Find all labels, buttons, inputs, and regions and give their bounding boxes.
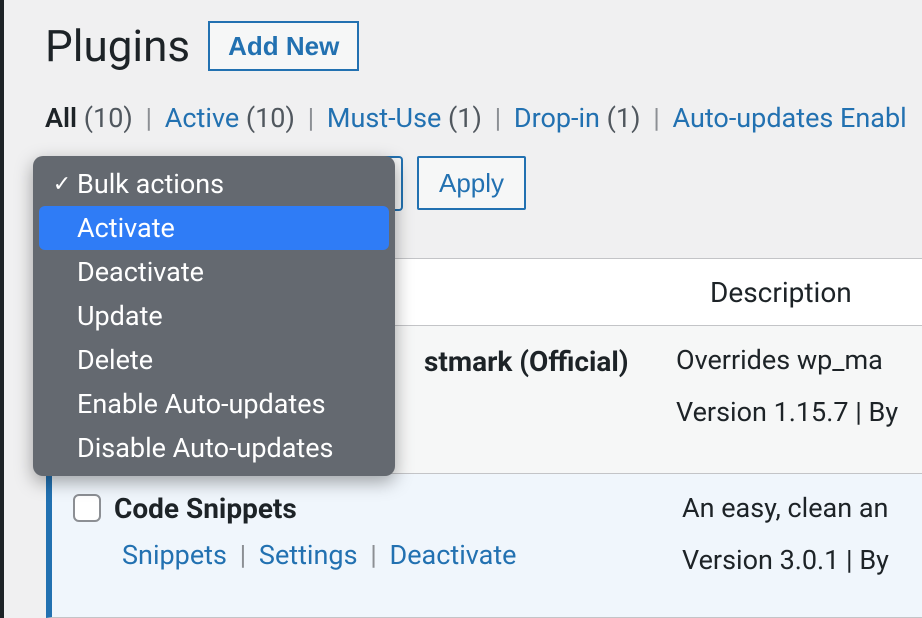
bulk-option-label: Deactivate bbox=[77, 256, 204, 288]
filter-active-label: Active bbox=[165, 102, 239, 134]
filter-all-label: All bbox=[45, 102, 77, 134]
filter-sep: | bbox=[489, 102, 508, 134]
bulk-actions-dropdown[interactable]: ✓ Bulk actions Activate Deactivate Updat… bbox=[33, 156, 395, 476]
bulk-option-label: Disable Auto-updates bbox=[77, 432, 333, 464]
bulk-option-label: Update bbox=[77, 300, 163, 332]
table-row: Code Snippets Snippets | Settings | Deac… bbox=[46, 474, 922, 618]
bulk-option-bulk-actions[interactable]: ✓ Bulk actions bbox=[39, 162, 389, 206]
plugin-meta: Version 1.15.7 | By bbox=[676, 396, 898, 428]
plugin-description: An easy, clean an bbox=[682, 492, 889, 524]
filter-sep: | bbox=[140, 102, 159, 134]
filter-sep: | bbox=[647, 102, 666, 134]
bulk-option-update[interactable]: Update bbox=[39, 294, 389, 338]
bulk-option-activate[interactable]: Activate bbox=[39, 206, 389, 250]
filter-active[interactable]: Active (10) bbox=[165, 102, 302, 134]
bulk-option-label: Activate bbox=[77, 212, 175, 244]
add-new-button[interactable]: Add New bbox=[208, 21, 359, 71]
filter-dropin-count: (1) bbox=[607, 102, 641, 134]
bulk-option-label: Delete bbox=[77, 344, 153, 376]
filter-all-count: (10) bbox=[84, 102, 133, 134]
bulk-option-delete[interactable]: Delete bbox=[39, 338, 389, 382]
plugin-name[interactable]: stmark (Official) bbox=[424, 345, 629, 378]
plugin-meta: Version 3.0.1 | By bbox=[682, 544, 889, 576]
filter-mustuse[interactable]: Must-Use (1) bbox=[327, 102, 489, 134]
bulk-option-disable-auto[interactable]: Disable Auto-updates bbox=[39, 426, 389, 470]
bulk-option-label: Bulk actions bbox=[77, 168, 224, 200]
bulk-option-label: Enable Auto-updates bbox=[77, 388, 326, 420]
filter-dropin-label: Drop-in bbox=[514, 102, 600, 134]
plugin-action-snippets[interactable]: Snippets bbox=[122, 539, 227, 571]
filter-sep: | bbox=[302, 102, 321, 134]
plugin-name[interactable]: Code Snippets bbox=[114, 492, 682, 525]
column-description-header[interactable]: Description bbox=[710, 276, 852, 309]
plugin-action-deactivate[interactable]: Deactivate bbox=[390, 539, 517, 571]
check-icon: ✓ bbox=[51, 172, 73, 197]
row-checkbox[interactable] bbox=[73, 494, 101, 522]
filter-auto-updates[interactable]: Auto-updates Enabl bbox=[673, 102, 907, 134]
bulk-option-enable-auto[interactable]: Enable Auto-updates bbox=[39, 382, 389, 426]
filter-links: All (10) | Active (10) | Must-Use (1) | … bbox=[45, 102, 922, 134]
filter-all[interactable]: All (10) bbox=[45, 102, 140, 134]
pipe: | bbox=[364, 539, 383, 571]
filter-mustuse-count: (1) bbox=[448, 102, 482, 134]
pipe: | bbox=[234, 539, 253, 571]
plugin-row-actions: Snippets | Settings | Deactivate bbox=[122, 539, 682, 571]
bulk-option-deactivate[interactable]: Deactivate bbox=[39, 250, 389, 294]
filter-dropin[interactable]: Drop-in (1) bbox=[514, 102, 647, 134]
filter-mustuse-label: Must-Use bbox=[327, 102, 441, 134]
apply-button[interactable]: Apply bbox=[417, 156, 526, 210]
page-title: Plugins bbox=[45, 20, 190, 72]
plugin-description: Overrides wp_ma bbox=[676, 344, 898, 376]
plugin-action-settings[interactable]: Settings bbox=[259, 539, 358, 571]
window-left-border bbox=[0, 0, 4, 618]
filter-active-count: (10) bbox=[246, 102, 295, 134]
